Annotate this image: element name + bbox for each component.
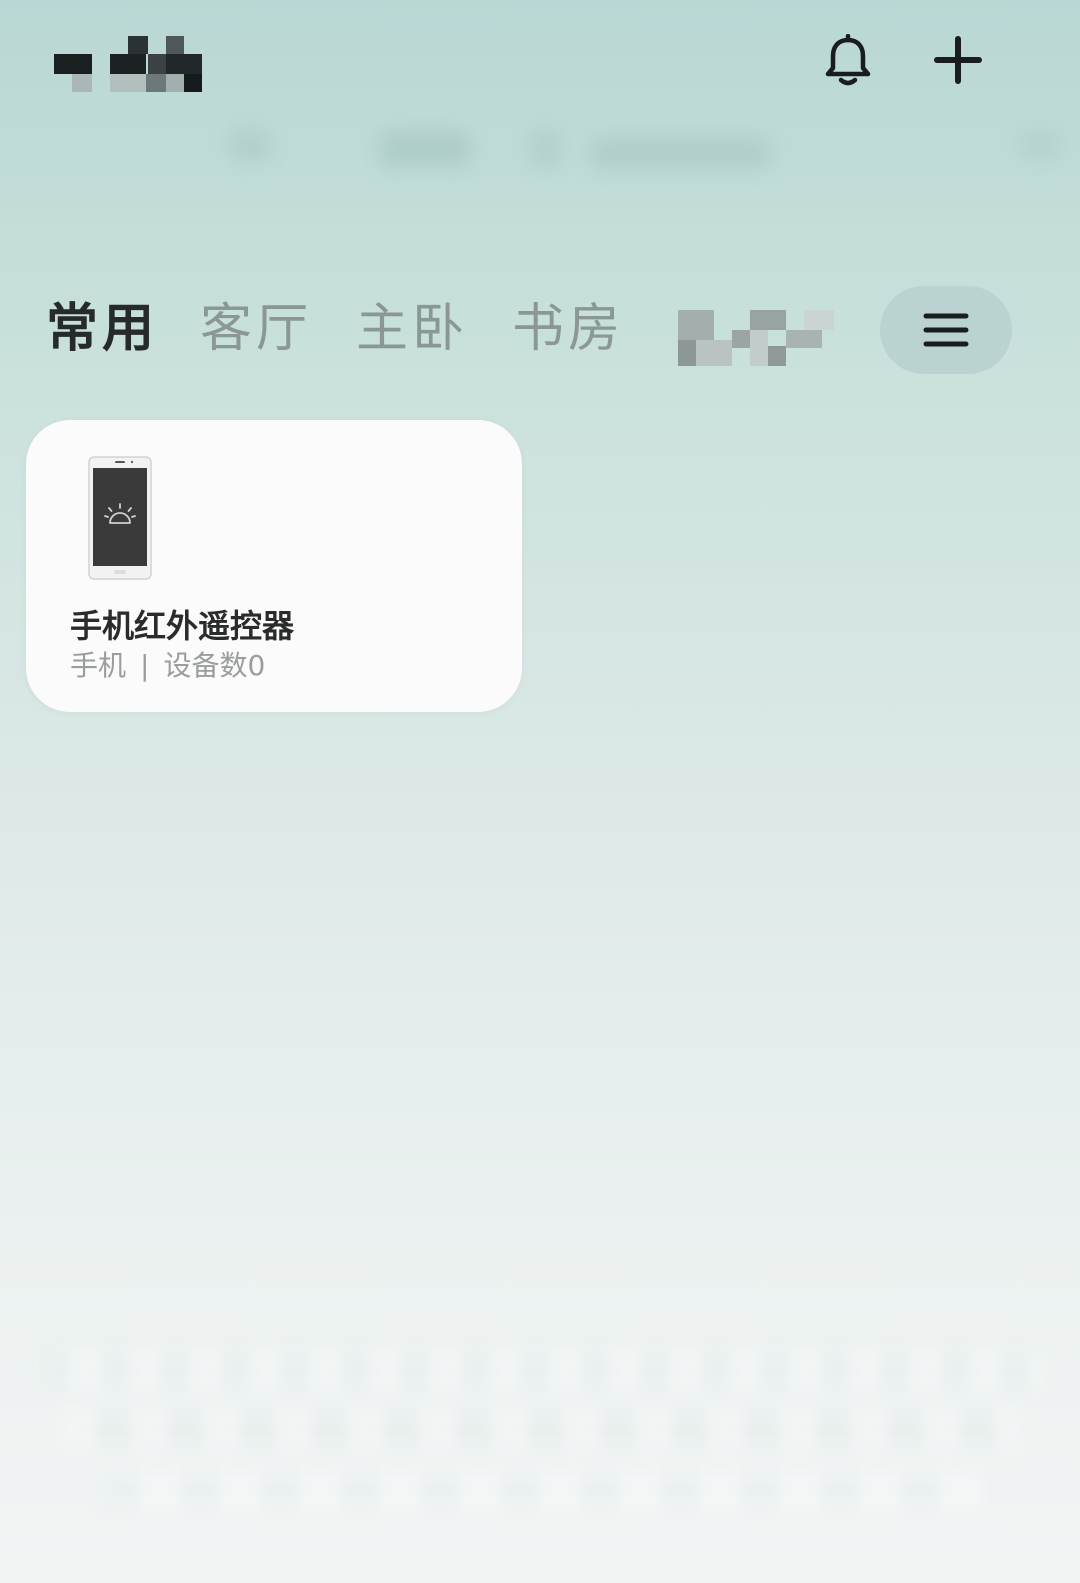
- header-background-blur: [0, 110, 1080, 190]
- phone-icon: [88, 456, 152, 580]
- device-type: 手机: [70, 649, 127, 682]
- tab-frequent[interactable]: 常用: [46, 294, 158, 364]
- notification-button[interactable]: [816, 28, 880, 92]
- device-name: 手机红外遥控器: [70, 607, 295, 645]
- header-bar: [0, 0, 1080, 168]
- tab-master-bedroom[interactable]: 主卧: [356, 294, 468, 364]
- add-device-button[interactable]: [926, 28, 990, 92]
- tab-living-room[interactable]: 客厅: [200, 294, 312, 364]
- bottom-background-blur: [0, 1330, 1080, 1583]
- room-tabs: 常用 客厅 主卧 书房: [0, 280, 1080, 380]
- tab-study[interactable]: 书房: [512, 294, 624, 364]
- bell-icon: [825, 34, 871, 86]
- meta-separator: |: [140, 649, 150, 682]
- menu-icon: [923, 313, 969, 347]
- home-name-mosaic[interactable]: [54, 36, 204, 92]
- device-meta: 手机 | 设备数0: [70, 646, 265, 686]
- plus-icon: [934, 36, 982, 84]
- device-count: 设备数0: [163, 649, 266, 682]
- tab-menu-button[interactable]: [880, 286, 1012, 374]
- device-card[interactable]: 手机红外遥控器 手机 | 设备数0: [26, 420, 522, 712]
- tab-censored[interactable]: [678, 310, 838, 370]
